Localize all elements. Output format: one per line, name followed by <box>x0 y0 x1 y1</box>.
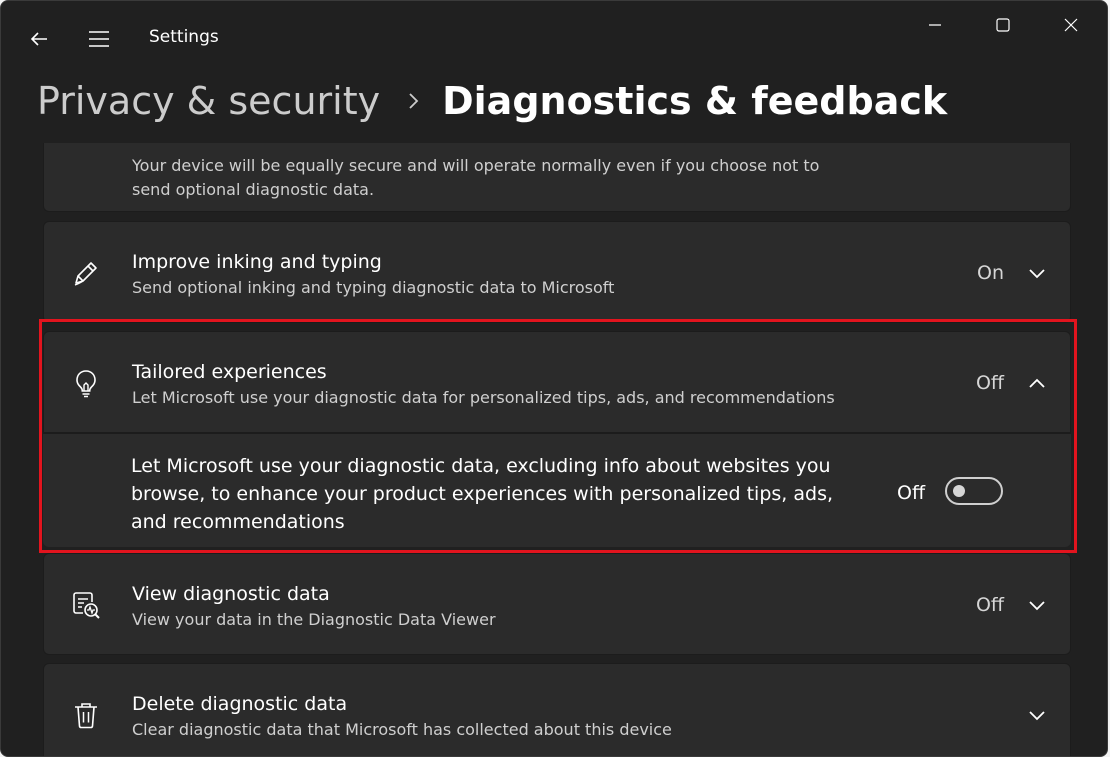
toggle-knob <box>953 485 965 497</box>
lightbulb-icon <box>68 365 104 401</box>
settings-content: Your device will be equally secure and w… <box>43 143 1071 756</box>
diagnostic-viewer-icon <box>68 587 104 623</box>
close-icon <box>1064 18 1078 32</box>
view-diagnostic-data-card[interactable]: View diagnostic data View your data in t… <box>43 553 1071 655</box>
settings-window: Settings Privacy & security Diagnostics … <box>0 0 1108 757</box>
tailored-experiences-toggle[interactable] <box>945 477 1003 505</box>
inking-title: Improve inking and typing <box>132 251 382 273</box>
inking-expand-button[interactable] <box>1022 258 1052 288</box>
tailored-experiences-setting: Let Microsoft use your diagnostic data, … <box>43 433 1071 547</box>
delete-data-expand-button[interactable] <box>1022 700 1052 730</box>
title-bar: Settings <box>1 1 1107 75</box>
optional-data-card: Your device will be equally secure and w… <box>43 143 1071 212</box>
chevron-up-icon <box>1029 378 1045 388</box>
optional-data-desc-line2: send optional diagnostic data. <box>132 180 375 199</box>
page-title: Diagnostics & feedback <box>442 79 948 123</box>
tailored-status: Off <box>975 372 1004 394</box>
back-arrow-icon <box>30 32 47 46</box>
breadcrumb-parent-link[interactable]: Privacy & security <box>37 79 380 123</box>
tailored-toggle-label: Off <box>897 482 926 504</box>
close-button[interactable] <box>1037 1 1105 49</box>
hamburger-icon <box>89 31 109 47</box>
delete-data-title: Delete diagnostic data <box>132 693 348 715</box>
back-button[interactable] <box>23 23 55 55</box>
maximize-button[interactable] <box>969 1 1037 49</box>
inking-typing-card[interactable]: Improve inking and typing Send optional … <box>43 221 1071 323</box>
trash-icon <box>68 697 104 733</box>
chevron-down-icon <box>1029 601 1045 611</box>
minimize-icon <box>929 24 941 26</box>
tailored-setting-text: Let Microsoft use your diagnostic data, … <box>131 455 834 533</box>
view-data-status: Off <box>975 594 1004 616</box>
tailored-experiences-card[interactable]: Tailored experiences Let Microsoft use y… <box>43 331 1071 433</box>
delete-diagnostic-data-card[interactable]: Delete diagnostic data Clear diagnostic … <box>43 663 1071 756</box>
inking-status: On <box>977 262 1004 284</box>
view-data-title: View diagnostic data <box>132 583 330 605</box>
maximize-icon <box>996 18 1010 32</box>
tailored-desc: Let Microsoft use your diagnostic data f… <box>132 388 835 407</box>
tailored-collapse-button[interactable] <box>1022 368 1052 398</box>
breadcrumb: Privacy & security Diagnostics & feedbac… <box>37 73 947 129</box>
tailored-title: Tailored experiences <box>132 361 327 383</box>
view-data-expand-button[interactable] <box>1022 590 1052 620</box>
navigation-menu-button[interactable] <box>83 23 115 55</box>
delete-data-desc: Clear diagnostic data that Microsoft has… <box>132 720 672 739</box>
minimize-button[interactable] <box>901 1 969 49</box>
view-data-desc: View your data in the Diagnostic Data Vi… <box>132 610 496 629</box>
chevron-down-icon <box>1029 711 1045 721</box>
breadcrumb-separator-icon <box>406 91 420 111</box>
optional-data-desc-line1: Your device will be equally secure and w… <box>132 156 820 175</box>
pen-icon <box>68 255 104 291</box>
window-title: Settings <box>149 27 219 47</box>
inking-desc: Send optional inking and typing diagnost… <box>132 278 615 297</box>
chevron-down-icon <box>1029 269 1045 279</box>
